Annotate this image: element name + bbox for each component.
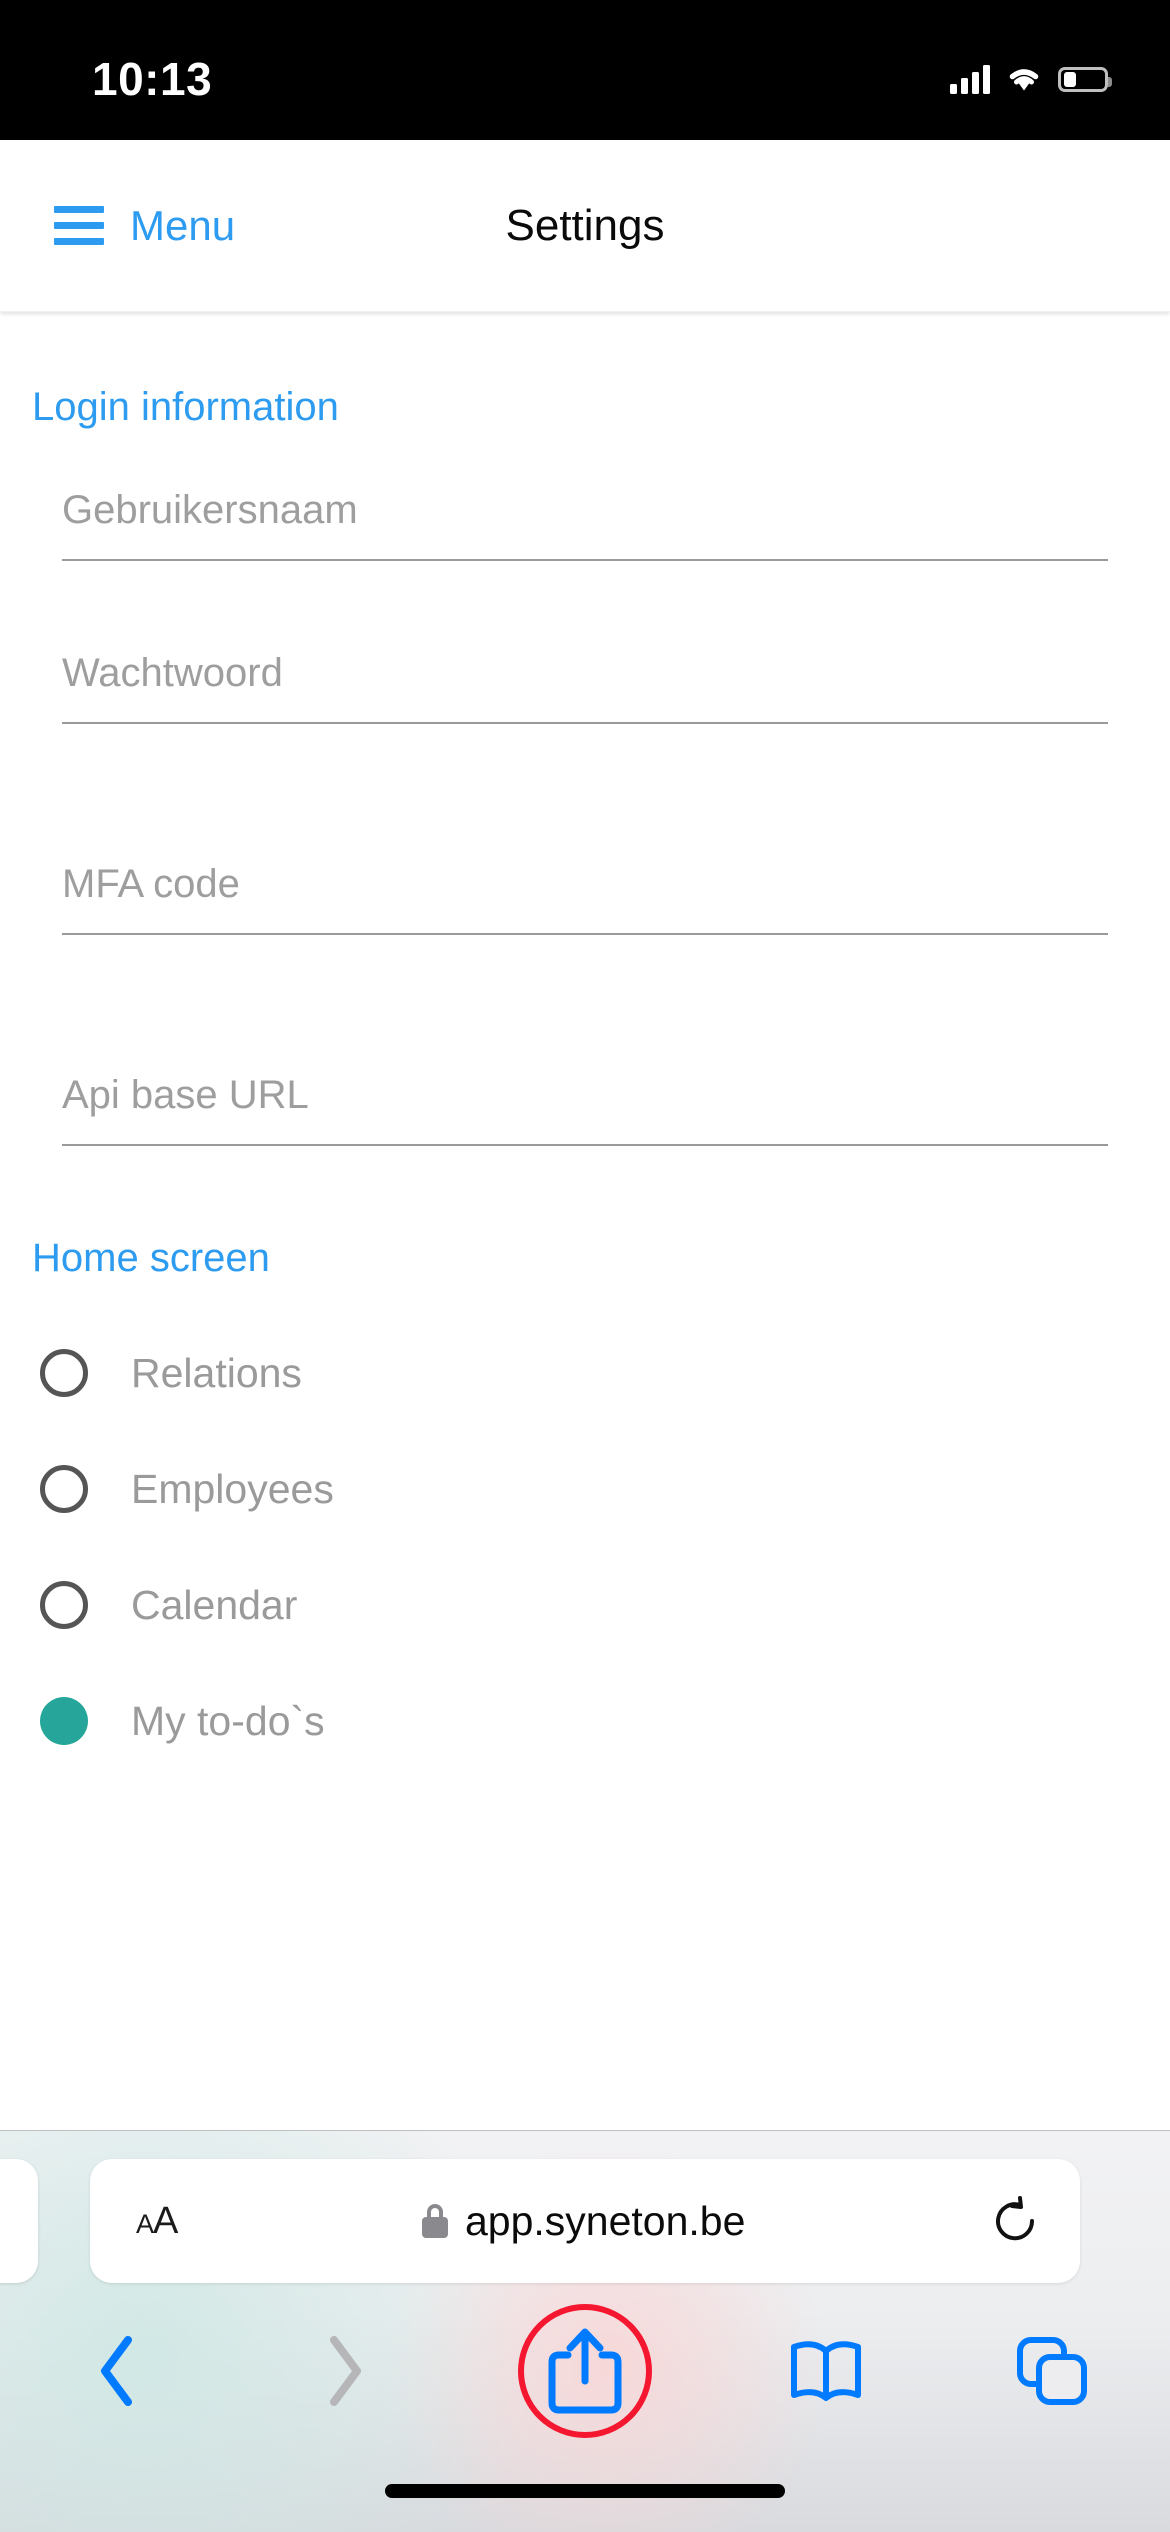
api-base-url-underline [62,1144,1108,1146]
menu-label: Menu [130,201,236,249]
password-placeholder: Wachtwoord [62,651,283,695]
tabs-button[interactable] [992,2311,1112,2431]
url-bar[interactable]: AAAA app.syneton.be [90,2159,1080,2283]
reload-icon[interactable] [990,2196,1040,2246]
login-fields-group: Gebruikersnaam Wachtwoord MFA code Api b… [0,488,1170,1146]
home-indicator [385,2484,785,2498]
radio-option-my-todos[interactable]: My to-do`s [0,1663,1170,1779]
adjacent-tab-peek[interactable] [0,2159,38,2283]
status-time: 10:13 [92,53,213,105]
settings-content: Login information Gebruikersnaam Wachtwo… [0,312,1170,2130]
radio-label: Relations [131,1349,302,1396]
radio-circle-icon [40,1349,88,1397]
radio-option-employees[interactable]: Employees [0,1431,1170,1547]
url-display[interactable]: app.syneton.be [421,2197,746,2245]
status-indicators [950,64,1112,94]
mfa-code-underline [62,933,1108,935]
mfa-code-field[interactable]: MFA code [62,862,1108,935]
radio-label: My to-do`s [131,1697,325,1744]
menu-button[interactable]: Menu [54,202,235,250]
app-navbar: Menu Settings [0,140,1170,312]
status-bar: 10:13 [0,0,1170,140]
annotation-circle [518,2304,652,2438]
hamburger-menu-icon [54,206,104,245]
phone-screen: 10:13 Menu Settings Login information Ge… [0,0,1170,2532]
share-button[interactable] [510,2296,660,2446]
bookmarks-button[interactable] [766,2311,886,2431]
forward-button[interactable] [284,2311,404,2431]
username-underline [62,559,1108,561]
home-screen-radio-group: Relations Employees Calendar My to-do`s [0,1315,1170,1779]
lock-icon [421,2204,448,2238]
back-button[interactable] [58,2311,178,2431]
login-information-heading: Login information [32,385,339,429]
safari-toolbar [0,2304,1170,2438]
radio-circle-icon [40,1581,88,1629]
home-screen-heading: Home screen [32,1236,270,1280]
chevron-left-icon [101,2336,132,2406]
chevron-right-icon [330,2336,361,2406]
password-underline [62,722,1108,724]
wifi-icon [1009,69,1039,91]
radio-label: Calendar [131,1581,298,1628]
radio-label: Employees [131,1465,334,1512]
radio-option-calendar[interactable]: Calendar [0,1547,1170,1663]
url-text: app.syneton.be [464,2197,746,2244]
mfa-code-placeholder: MFA code [62,862,240,906]
radio-circle-selected-icon [40,1697,88,1745]
tabs-icon [1017,2337,1087,2405]
username-field[interactable]: Gebruikersnaam [62,488,1108,561]
username-placeholder: Gebruikersnaam [62,488,358,532]
api-base-url-field[interactable]: Api base URL [62,1073,1108,1146]
text-size-button[interactable]: AAAA [136,2200,178,2243]
book-icon [791,2341,861,2401]
safari-bottom-chrome: AAAA app.syneton.be [0,2130,1170,2532]
password-field[interactable]: Wachtwoord [62,651,1108,724]
radio-circle-icon [40,1465,88,1513]
cellular-signal-icon [950,64,990,94]
api-base-url-placeholder: Api base URL [62,1073,309,1117]
battery-low-icon [1058,66,1112,92]
radio-option-relations[interactable]: Relations [0,1315,1170,1431]
